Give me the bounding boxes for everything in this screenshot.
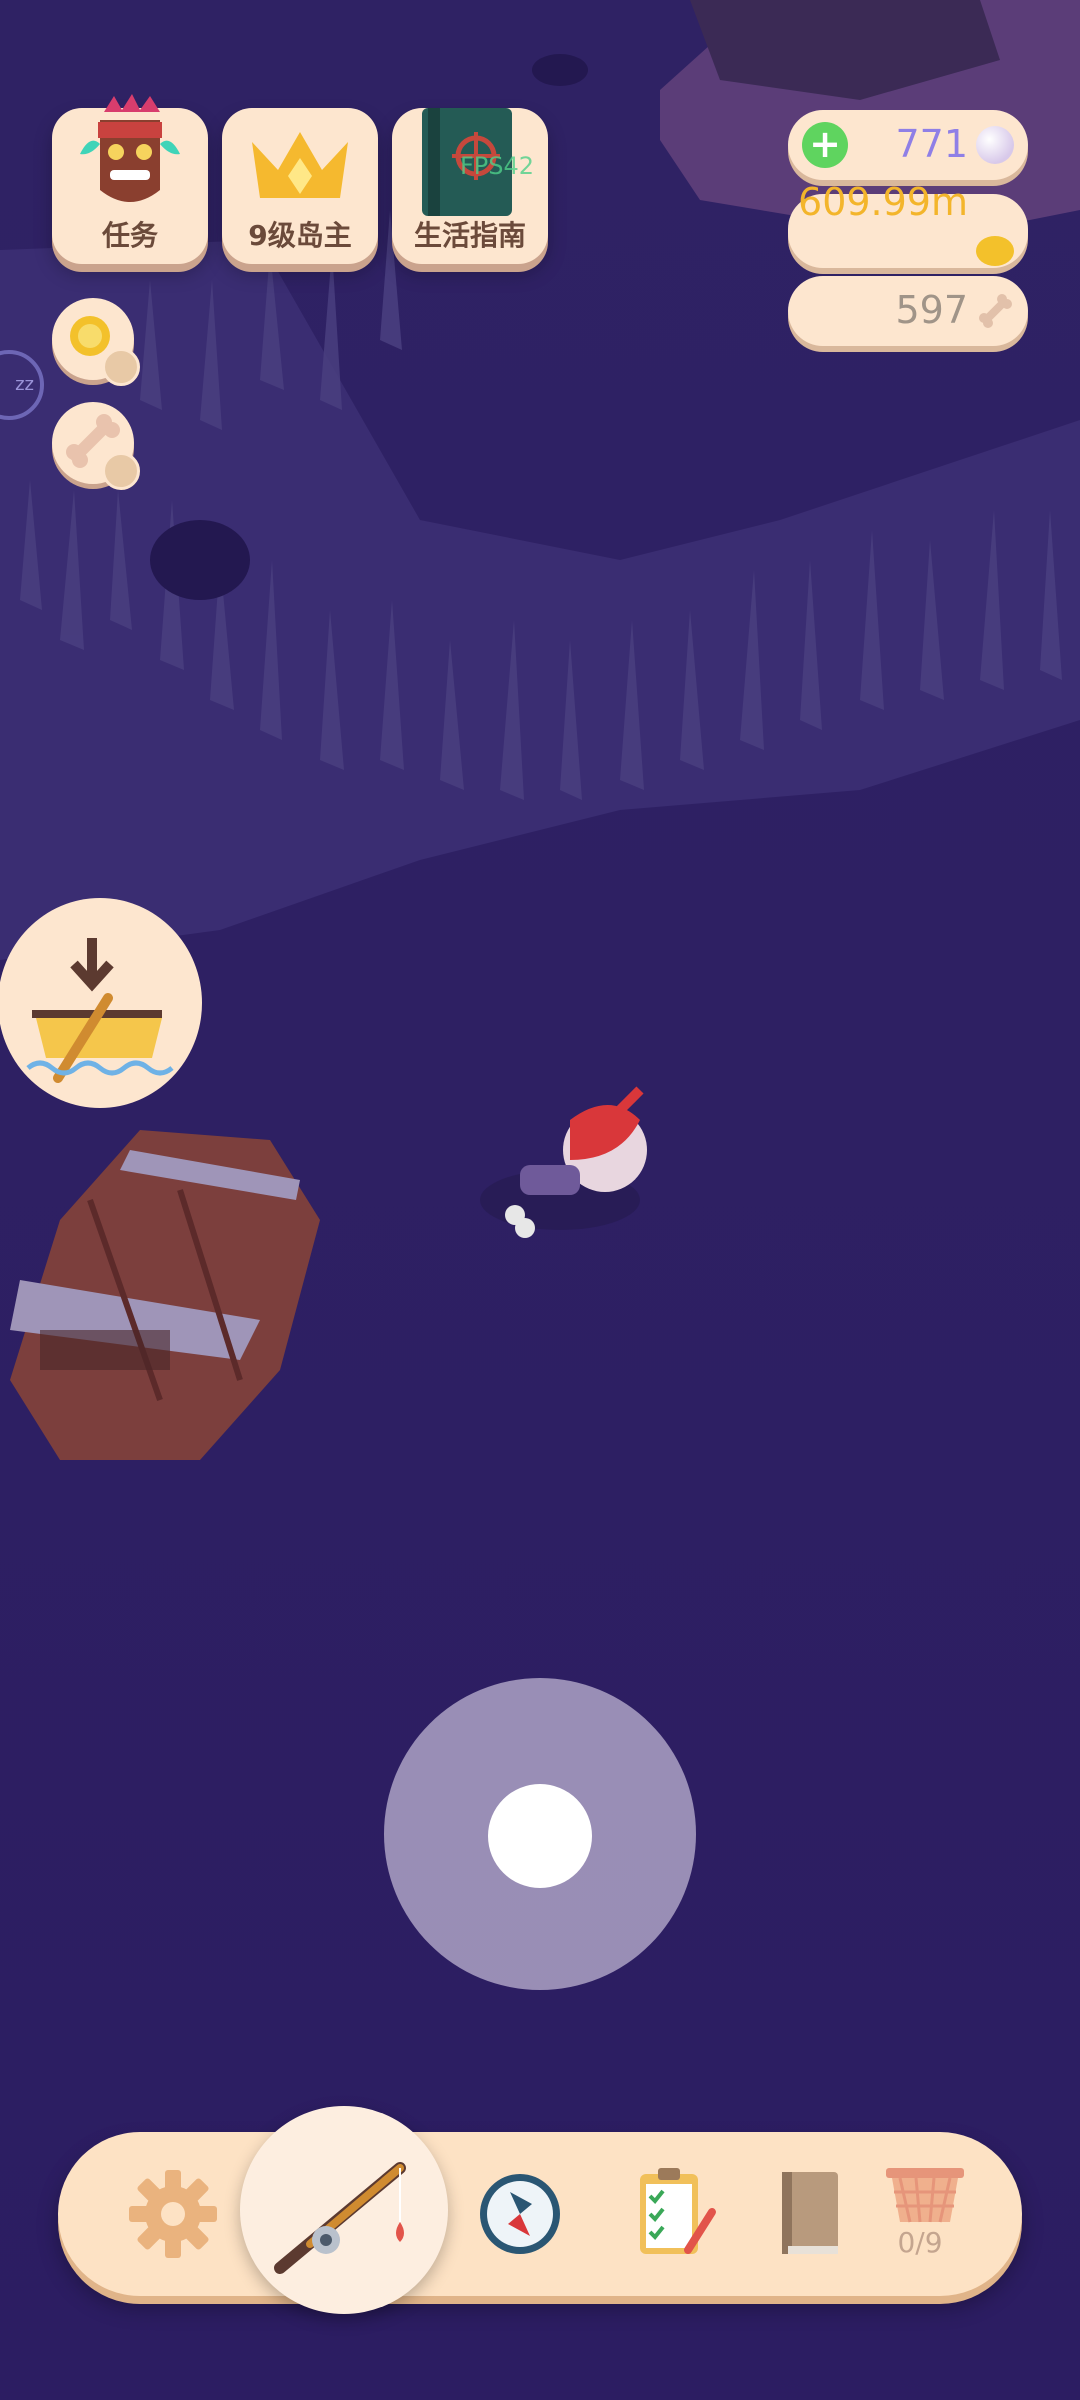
fps-counter: FPS42 (460, 152, 535, 180)
compass-button[interactable] (470, 2132, 570, 2296)
bone-icon (979, 294, 1012, 328)
watch-ad-bones-button[interactable] (52, 402, 140, 490)
bone-value: 597 (895, 288, 968, 332)
life-guide-label: 生活指南 (413, 219, 526, 252)
settings-button[interactable] (118, 2132, 228, 2296)
basket-button[interactable] (864, 2132, 984, 2296)
pearl-counter: + 771 (788, 110, 1028, 180)
tasks-button[interactable]: 任务 (52, 94, 208, 264)
sleep-icon: zz (15, 374, 34, 395)
watch-ad-coins-button[interactable] (52, 298, 140, 386)
bone-counter: 597 (788, 276, 1028, 346)
boat-dock-icon (26, 938, 174, 1083)
tasks-label: 任务 (101, 219, 158, 252)
plus-icon[interactable]: + (802, 122, 848, 168)
world-scene (0, 0, 1080, 2400)
crown-icon (240, 122, 360, 216)
joystick-knob[interactable] (488, 1784, 592, 1888)
tiki-mask-icon (70, 94, 190, 218)
life-guide-button[interactable]: 生活指南 (392, 108, 548, 264)
fishing-rod-icon (274, 2162, 406, 2274)
pearl-icon (976, 126, 1014, 164)
bottom-toolbar (58, 2132, 1022, 2296)
book-button[interactable] (754, 2132, 854, 2296)
basket-count: 0/9 (897, 2226, 943, 2259)
video-badge-icon (102, 348, 140, 386)
game-screen: 任务 9级岛主 生活指南 FPS42 zz + 771 609.99m 597 … (0, 0, 1080, 2400)
island-level-button[interactable]: 9级岛主 (222, 108, 378, 264)
clipboard-checklist-icon (640, 2168, 716, 2254)
fishing-rod-button[interactable] (240, 2106, 448, 2314)
coin-counter: 609.99m (788, 180, 1028, 268)
checklist-button[interactable] (618, 2132, 728, 2296)
island-level-label: 9级岛主 (248, 219, 352, 252)
compass-icon (480, 2174, 560, 2254)
gold-coin-icon (976, 236, 1014, 266)
book-icon (782, 2172, 838, 2254)
coin-value: 609.99m (798, 180, 968, 224)
pearl-value: 771 (895, 122, 968, 166)
video-badge-icon (102, 452, 140, 490)
gear-icon (129, 2170, 217, 2258)
boat-button[interactable] (0, 898, 202, 1108)
